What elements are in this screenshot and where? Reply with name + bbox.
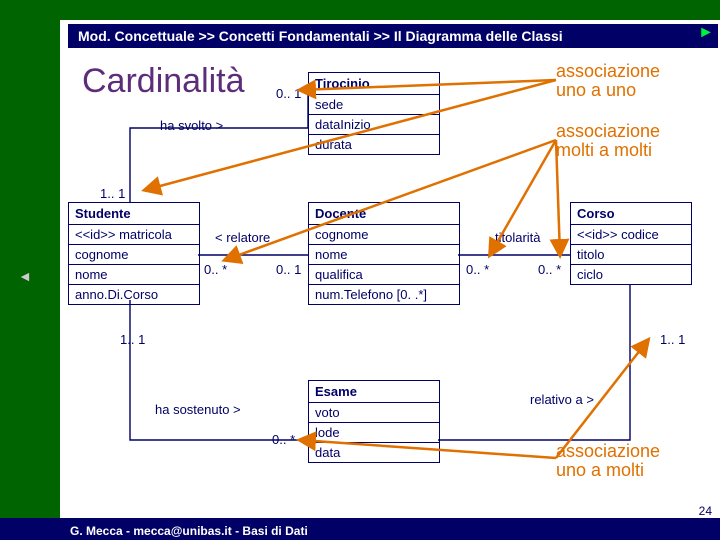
- class-header: Tirocinio: [309, 73, 439, 95]
- role-relatore: < relatore: [215, 230, 270, 245]
- card-0-star-c: 0.. *: [538, 262, 561, 277]
- card-0-1: 0.. 1: [276, 86, 301, 101]
- nav-next-icon[interactable]: ►: [698, 24, 714, 42]
- class-header: Corso: [571, 203, 691, 225]
- card-1-1: 1.. 1: [100, 186, 125, 201]
- card-0-star: 0.. *: [204, 262, 227, 277]
- class-header: Studente: [69, 203, 199, 225]
- card-1-1c: 1.. 1: [660, 332, 685, 347]
- role-ha-svolto: ha svolto >: [160, 118, 223, 133]
- role-titolarita: titolarità: [495, 230, 541, 245]
- footer-text: G. Mecca - mecca@unibas.it - Basi di Dat…: [70, 524, 308, 538]
- card-1-1b: 1.. 1: [120, 332, 145, 347]
- annotation-one-to-many: associazioneuno a molti: [556, 442, 660, 480]
- class-attr: cognome: [309, 225, 459, 245]
- class-attr: data: [309, 443, 439, 462]
- page-number: 24: [699, 504, 712, 518]
- breadcrumb: Mod. Concettuale >> Concetti Fondamental…: [68, 24, 718, 48]
- role-relativo-a: relativo a >: [530, 392, 594, 407]
- card-0-star-d: 0.. *: [272, 432, 295, 447]
- bar-top: [0, 0, 720, 20]
- class-attr: dataInizio: [309, 115, 439, 135]
- class-attr: <<id>> codice: [571, 225, 691, 245]
- slide-canvas: { "breadcrumb": "Mod. Concettuale >> Con…: [0, 0, 720, 540]
- class-attr: anno.Di.Corso: [69, 285, 199, 304]
- class-attr: voto: [309, 403, 439, 423]
- card-0-1b: 0.. 1: [276, 262, 301, 277]
- role-ha-sostenuto: ha sostenuto >: [155, 402, 241, 417]
- class-attr: nome: [309, 245, 459, 265]
- class-esame: Esame voto lode data: [308, 380, 440, 463]
- class-docente: Docente cognome nome qualifica num.Telef…: [308, 202, 460, 305]
- nav-prev-icon[interactable]: ◄: [18, 268, 32, 284]
- class-attr: qualifica: [309, 265, 459, 285]
- class-attr: titolo: [571, 245, 691, 265]
- class-corso: Corso <<id>> codice titolo ciclo: [570, 202, 692, 285]
- class-attr: durata: [309, 135, 439, 154]
- class-attr: cognome: [69, 245, 199, 265]
- annotation-many-to-many: associazionemolti a molti: [556, 122, 660, 160]
- card-0-star-b: 0.. *: [466, 262, 489, 277]
- class-attr: nome: [69, 265, 199, 285]
- class-attr: sede: [309, 95, 439, 115]
- annotation-one-to-one: associazioneuno a uno: [556, 62, 660, 100]
- class-tirocinio: Tirocinio sede dataInizio durata: [308, 72, 440, 155]
- class-header: Docente: [309, 203, 459, 225]
- class-attr: lode: [309, 423, 439, 443]
- class-header: Esame: [309, 381, 439, 403]
- slide-title: Cardinalità: [82, 62, 245, 101]
- class-attr: num.Telefono [0. .*]: [309, 285, 459, 304]
- class-attr: ciclo: [571, 265, 691, 284]
- class-attr: <<id>> matricola: [69, 225, 199, 245]
- class-studente: Studente <<id>> matricola cognome nome a…: [68, 202, 200, 305]
